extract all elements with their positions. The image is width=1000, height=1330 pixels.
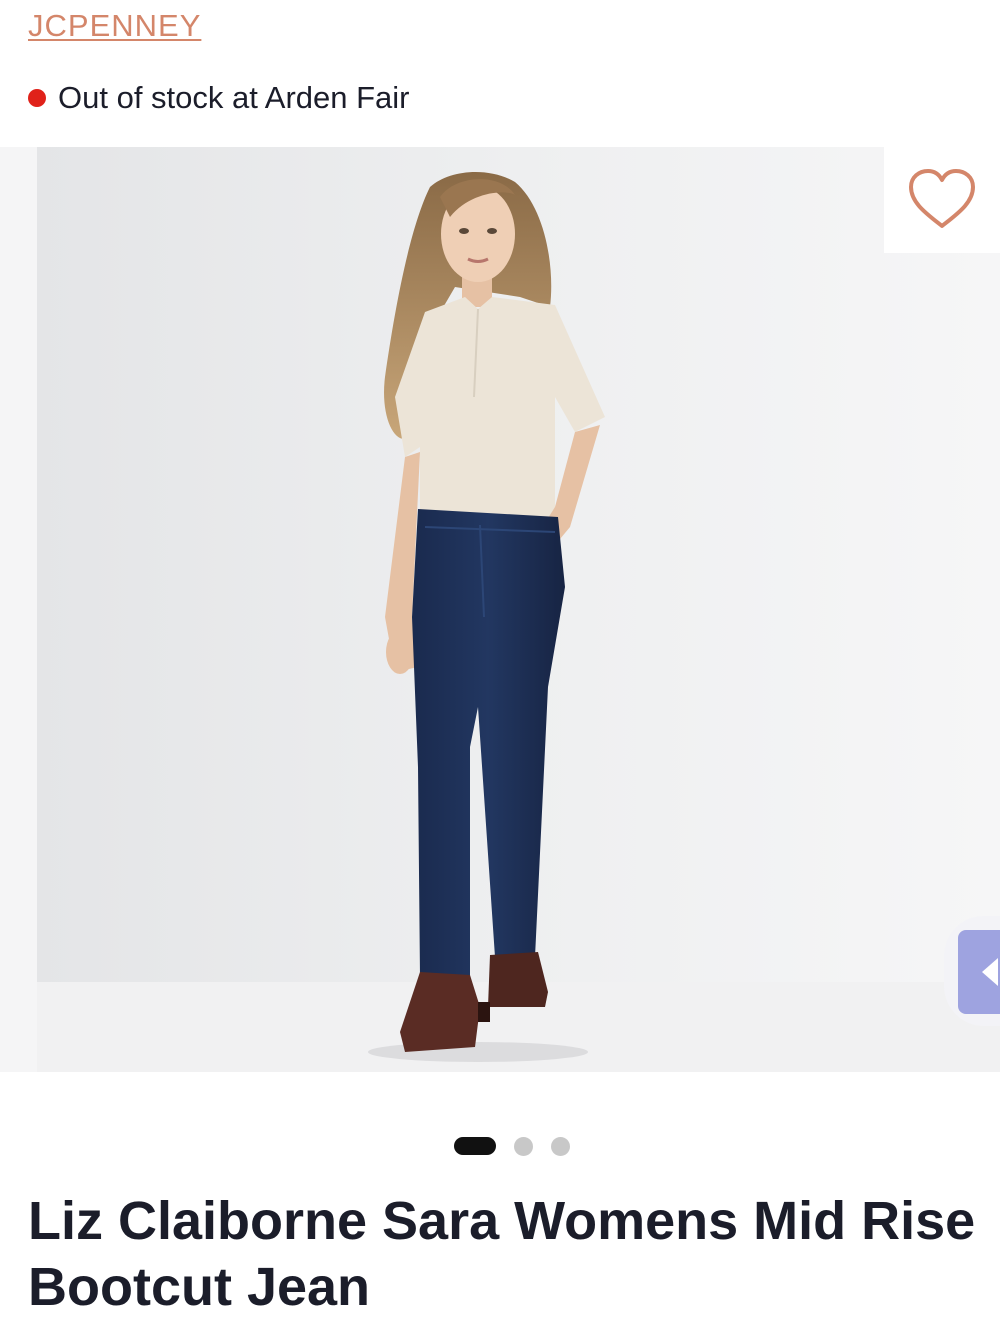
gallery-pagination	[0, 1136, 1000, 1156]
pagination-dot-active[interactable]	[454, 1137, 496, 1155]
pagination-dot[interactable]	[551, 1136, 570, 1156]
brand-link[interactable]: JCPENNEY	[28, 8, 201, 44]
status-dot-icon	[28, 89, 46, 107]
product-image-gallery[interactable]	[0, 147, 1000, 1072]
wishlist-button[interactable]	[884, 147, 1000, 253]
product-image[interactable]	[0, 147, 1000, 1072]
side-widget-tab[interactable]	[958, 930, 1000, 1014]
stock-status-text: Out of stock at Arden Fair	[58, 80, 410, 115]
chevron-left-icon	[982, 958, 998, 986]
heart-outline-icon	[909, 169, 975, 228]
product-title: Liz Claiborne Sara Womens Mid Rise Bootc…	[28, 1191, 976, 1317]
stock-status: Out of stock at Arden Fair	[28, 78, 410, 118]
pagination-dot[interactable]	[514, 1136, 533, 1156]
